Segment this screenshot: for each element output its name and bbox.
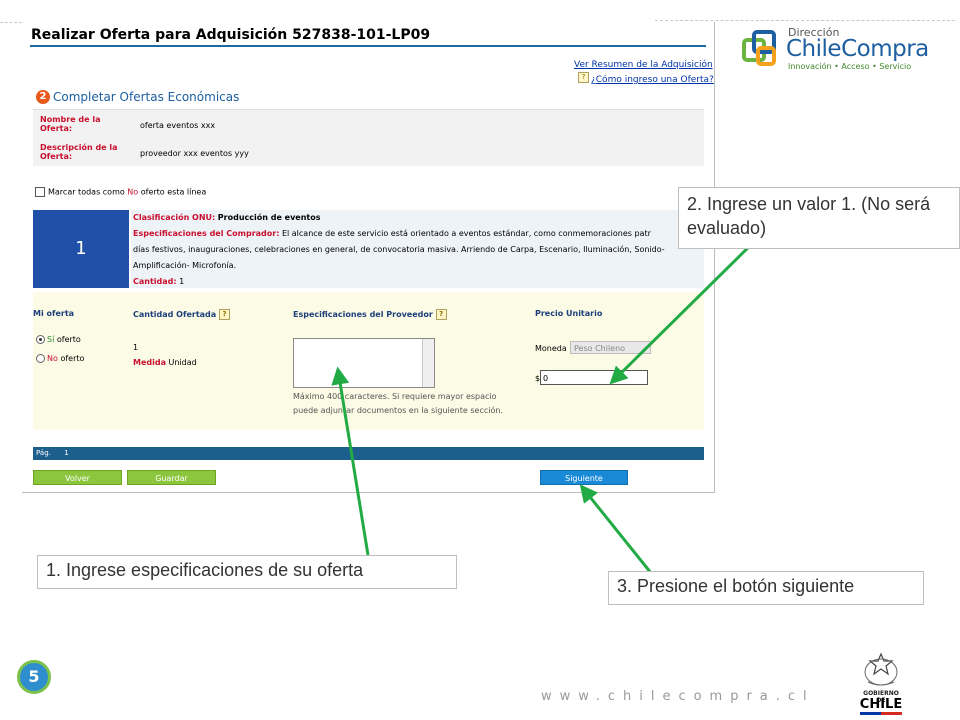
callout-1: 1. Ingrese especificaciones de su oferta [37, 555, 457, 589]
annotation-arrows [331, 226, 770, 579]
flag-stripe [860, 712, 902, 715]
slide-number: 5 [17, 660, 51, 694]
gobierno-chile: CHILE [859, 697, 903, 712]
callout-3: 3. Presione el botón siguiente [608, 571, 924, 605]
arrow-to-textarea [331, 366, 370, 556]
arrow-to-price [609, 226, 770, 385]
government-seal-icon [864, 652, 898, 686]
website-url: www.chilecompra.cl [541, 689, 815, 704]
callout-2: 2. Ingrese un valor 1. (No será evaluado… [678, 187, 960, 249]
arrow-to-siguiente [579, 484, 657, 579]
